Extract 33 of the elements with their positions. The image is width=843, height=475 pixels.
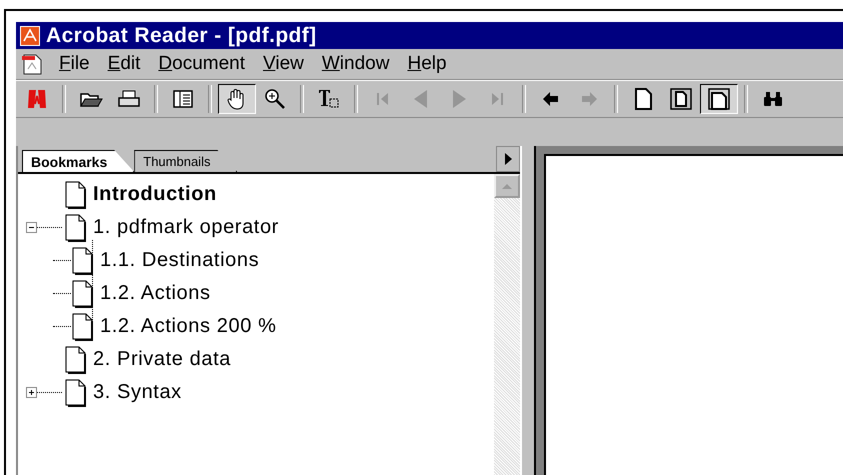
panel-tab[interactable]: Thumbnails <box>134 150 238 172</box>
fit-width-icon <box>706 86 732 112</box>
expand-toggle-icon[interactable] <box>26 222 37 233</box>
menu-item[interactable]: Document <box>151 53 252 75</box>
bookmark-item[interactable]: 1.2. Actions 200 % <box>100 315 276 338</box>
page-icon <box>64 180 88 208</box>
menu-item[interactable]: View <box>256 53 311 75</box>
document-icon[interactable] <box>20 52 44 76</box>
bookmark-item[interactable]: 1.2. Actions <box>100 282 211 305</box>
page-icon <box>64 214 88 242</box>
app-icon <box>20 26 40 46</box>
bookmark-item[interactable]: 1.1. Destinations <box>100 249 260 272</box>
menu-item[interactable]: Edit <box>100 53 148 75</box>
splitter[interactable] <box>520 146 536 475</box>
bookmark-item[interactable]: 2. Private data <box>93 348 231 371</box>
panel-tab[interactable]: Bookmarks <box>22 150 134 172</box>
menu-item[interactable]: Help <box>400 53 454 75</box>
up-arrow-icon <box>501 182 513 190</box>
fitwidth-button[interactable] <box>700 84 738 114</box>
menu-item[interactable]: File <box>52 53 97 75</box>
bookmark-item[interactable]: Introduction <box>93 183 217 206</box>
right-triangle-icon <box>503 152 513 166</box>
bookmark-item[interactable]: 3. Syntax <box>93 381 182 404</box>
page-icon <box>64 346 88 374</box>
bookmark-item[interactable]: 1. pdfmark operator <box>93 216 279 239</box>
fit-page-icon <box>668 86 694 112</box>
menu-item[interactable]: Window <box>314 53 396 75</box>
hand-button[interactable] <box>218 84 256 114</box>
expand-toggle-icon[interactable] <box>26 387 37 398</box>
scroll-bar[interactable] <box>494 174 520 475</box>
panel-menu-button[interactable] <box>496 146 520 172</box>
page-icon <box>64 378 88 406</box>
window-title: Acrobat Reader - [pdf.pdf] <box>46 24 317 48</box>
